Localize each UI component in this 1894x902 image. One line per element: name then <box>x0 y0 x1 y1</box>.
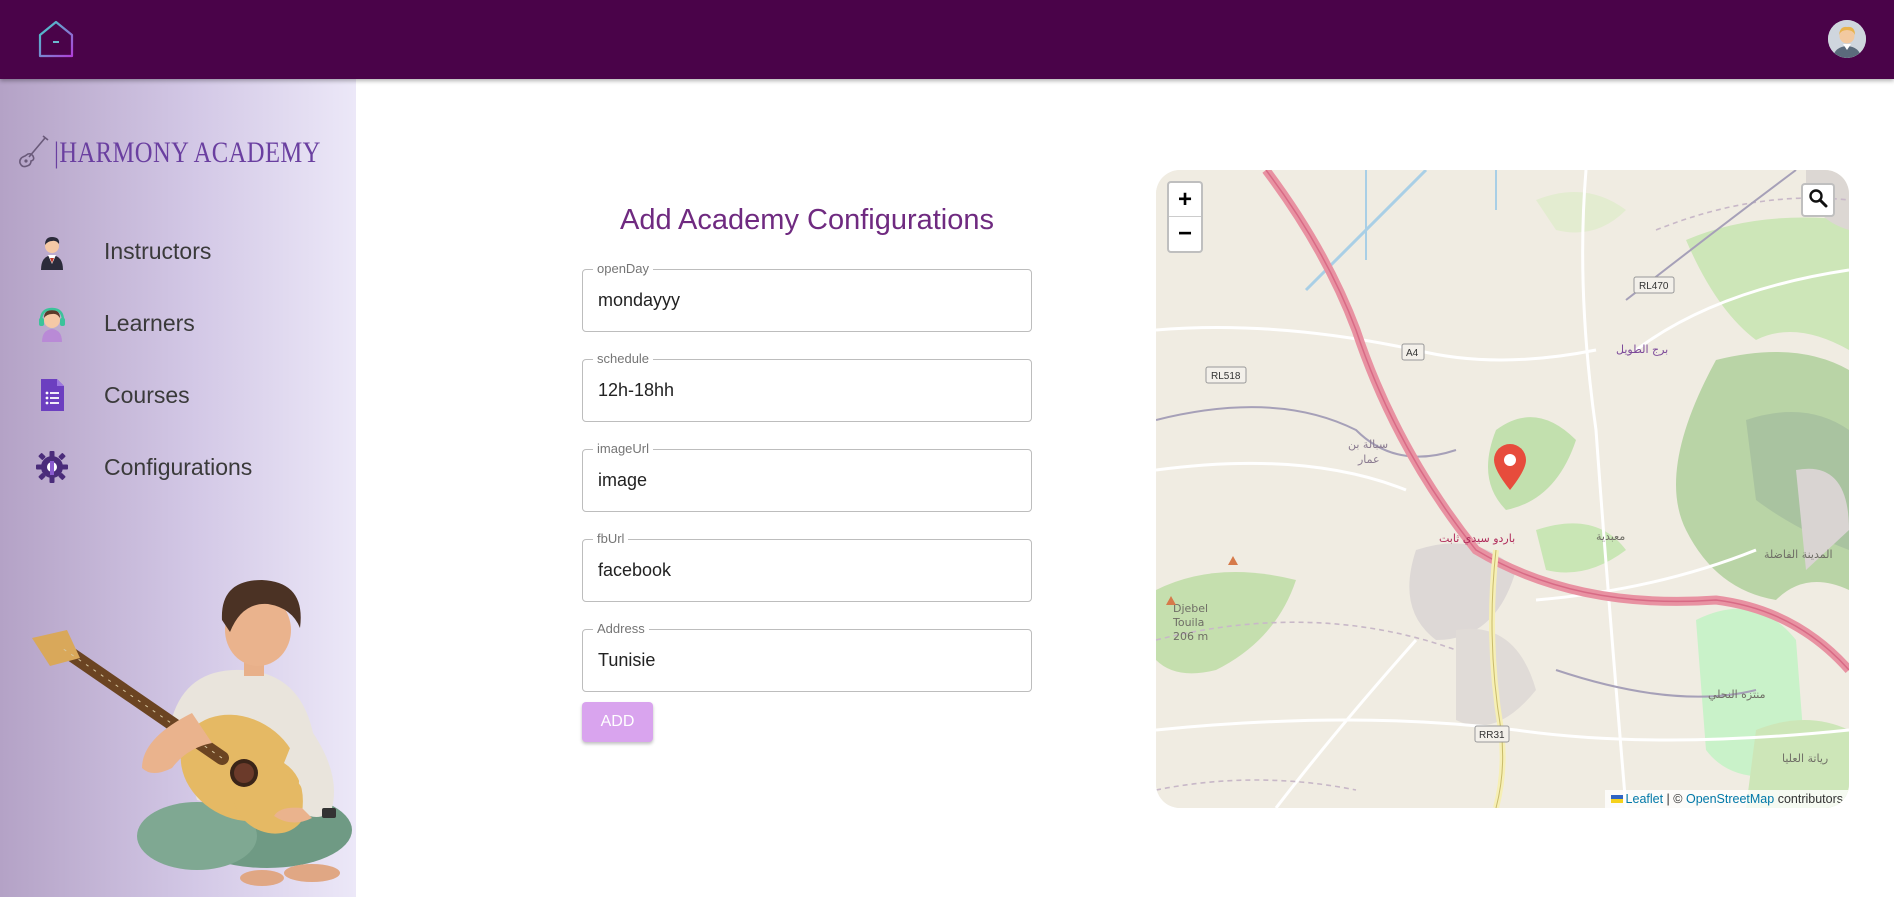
field-value[interactable]: 12h-18hh <box>598 380 1018 401</box>
map-label-mnazah: منتزه النحلي <box>1708 688 1766 701</box>
field-value[interactable]: Tunisie <box>598 650 1018 671</box>
map-label-aliya: رياتة العليا <box>1782 752 1828 765</box>
zoom-control: + − <box>1167 181 1203 253</box>
sidebar-item-label: Learners <box>104 309 195 336</box>
attribution-contributors: contributors <box>1774 792 1843 806</box>
sidebar-item-label: Configurations <box>104 453 253 480</box>
brand: |HARMONY ACADEMY <box>16 133 379 173</box>
learner-icon <box>32 303 72 343</box>
zoom-in-button[interactable]: + <box>1169 183 1201 217</box>
sidebar-item-learners[interactable]: Learners <box>32 300 195 346</box>
zoom-out-button[interactable]: − <box>1169 217 1201 251</box>
address-field[interactable]: Address Tunisie <box>582 621 1032 692</box>
field-label: openDay <box>593 261 654 276</box>
add-button[interactable]: ADD <box>582 702 653 742</box>
sidebar-item-instructors[interactable]: Instructors <box>32 228 211 274</box>
map[interactable]: RL470 RL518 A4 RR31 Djebel Touila 206 m … <box>1156 170 1849 808</box>
guitarist-illustration <box>22 568 422 897</box>
ukraine-flag-icon <box>1610 795 1623 803</box>
map-label-elevation: 206 m <box>1173 630 1208 643</box>
field-label: Address <box>593 621 649 636</box>
map-label-rl518: RL518 <box>1211 371 1241 382</box>
schedule-field[interactable]: schedule 12h-18hh <box>582 351 1032 422</box>
map-label-mabdia: معبدية <box>1596 530 1625 543</box>
page-title: Add Academy Configurations <box>620 204 994 236</box>
map-label-rr31: RR31 <box>1479 730 1505 741</box>
imageurl-field[interactable]: imageUrl image <box>582 441 1032 512</box>
osm-link[interactable]: OpenStreetMap <box>1686 792 1774 806</box>
openday-field[interactable]: openDay mondayyy <box>582 261 1032 332</box>
guitar-icon <box>16 132 50 175</box>
field-value[interactable]: facebook <box>598 560 1018 581</box>
sidebar-item-label: Courses <box>104 381 190 408</box>
field-value[interactable]: image <box>598 470 1018 491</box>
attribution-separator: | © <box>1663 792 1686 806</box>
field-label: fbUrl <box>593 531 629 546</box>
house-icon[interactable] <box>36 18 76 60</box>
instructor-icon <box>32 231 72 271</box>
brand-title: |HARMONY ACADEMY <box>54 136 321 169</box>
map-attribution: Leaflet | © OpenStreetMap contributors <box>1604 790 1849 808</box>
field-label: schedule <box>593 351 654 366</box>
location-marker-icon[interactable] <box>1490 442 1530 492</box>
map-label-touila: Touila <box>1172 616 1204 629</box>
user-avatar[interactable] <box>1828 20 1866 58</box>
map-label-djebel: Djebel <box>1173 602 1208 615</box>
map-label-a4: A4 <box>1406 348 1419 359</box>
map-label-rl470: RL470 <box>1639 281 1669 292</box>
top-app-bar <box>0 0 1894 79</box>
map-label-madina: المدينة الفاضلة <box>1764 548 1833 561</box>
map-label-ammar: عمار <box>1357 453 1380 466</box>
sidebar-item-courses[interactable]: Courses <box>32 372 190 418</box>
map-label-borj: برج الطويل <box>1616 343 1668 356</box>
gear-wrench-icon <box>32 447 72 487</box>
fburl-field[interactable]: fbUrl facebook <box>582 531 1032 602</box>
document-icon <box>32 375 72 415</box>
leaflet-link[interactable]: Leaflet <box>1626 792 1664 806</box>
map-search-button[interactable] <box>1801 183 1835 217</box>
map-label-sbalat: سبالة بن <box>1348 438 1388 451</box>
field-label: imageUrl <box>593 441 654 456</box>
map-label-bardo: باردو سيدي ثابت <box>1439 532 1515 545</box>
sidebar-item-label: Instructors <box>104 237 212 264</box>
search-icon <box>1808 188 1828 213</box>
field-value[interactable]: mondayyy <box>598 290 1018 311</box>
sidebar-item-configurations[interactable]: Configurations <box>32 444 252 490</box>
